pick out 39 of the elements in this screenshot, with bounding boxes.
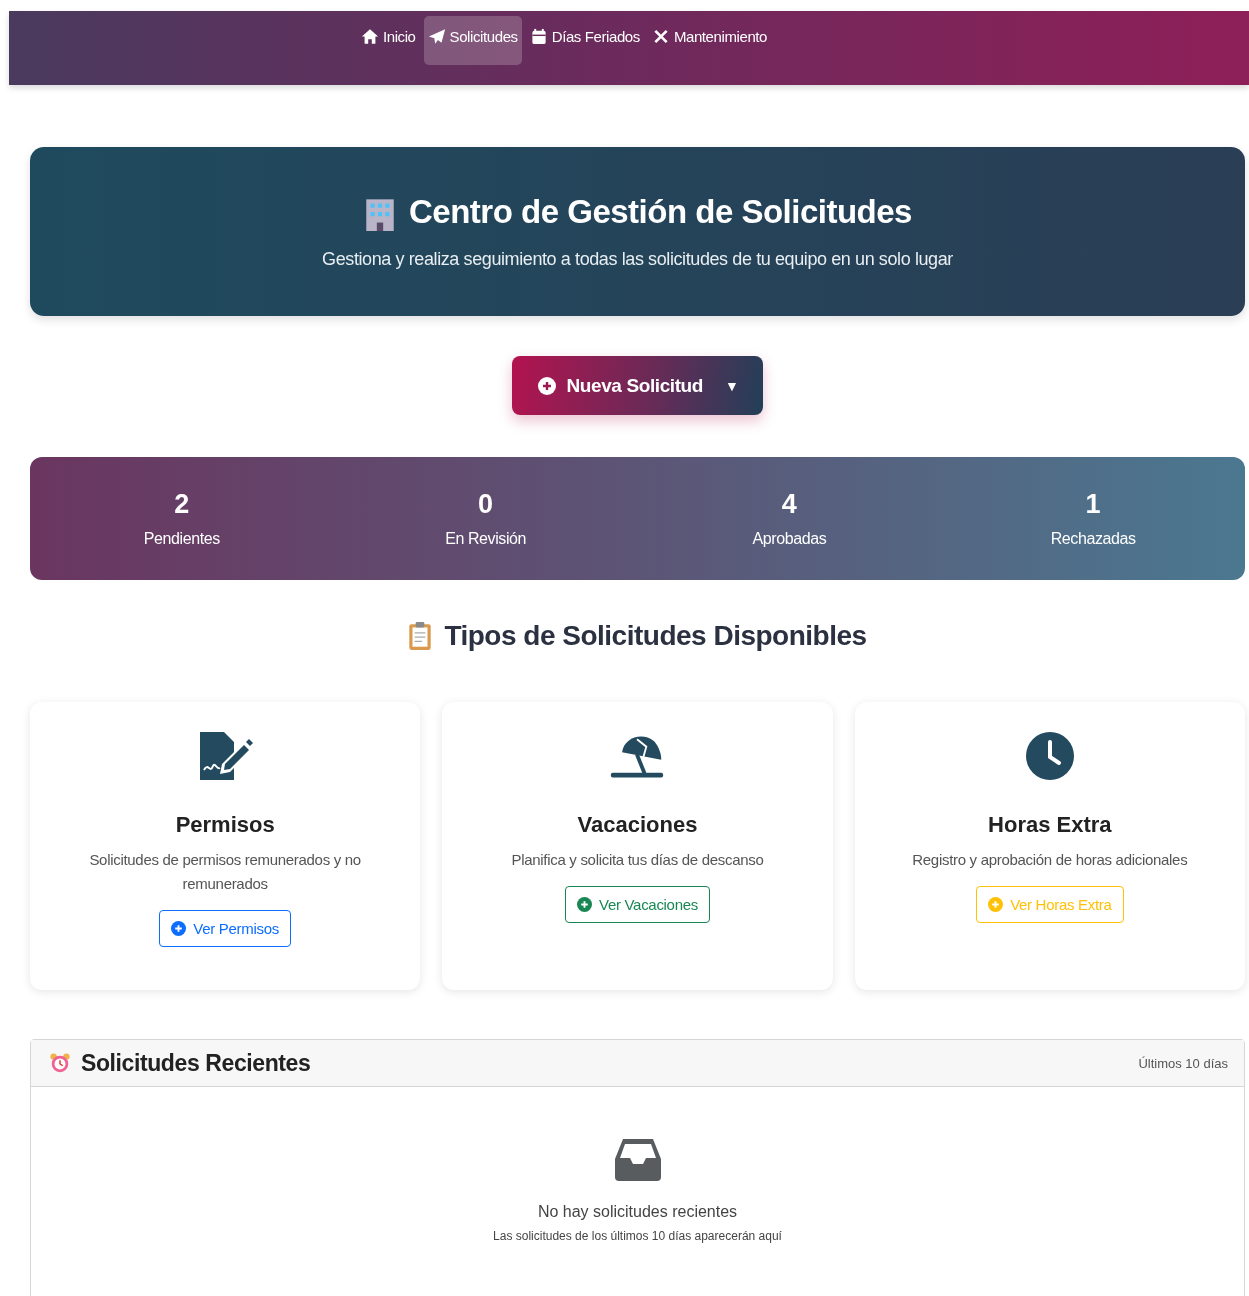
card-title: Permisos: [175, 812, 275, 838]
empty-state-title: No hay solicitudes recientes: [537, 1203, 738, 1221]
new-request-button[interactable]: Nueva Solicitud ▼: [512, 356, 763, 415]
alarm-clock-icon: [49, 1052, 71, 1074]
card-title: Horas Extra: [988, 812, 1112, 838]
page-subtitle: Gestiona y realiza seguimiento a todas las solicitudes de tu equipo en un solo lugar: [322, 249, 953, 270]
stat-label: En Revisión: [445, 530, 527, 548]
card-title: Vacaciones: [577, 812, 698, 838]
paper-plane-icon: [427, 28, 446, 45]
date-range-label: Últimos 10 días: [1138, 1055, 1228, 1071]
card-description: Solicitudes de permisos remunerados y no remunerados: [88, 850, 362, 894]
stat-label: Aprobadas: [752, 530, 827, 548]
calendar-icon: [529, 28, 548, 45]
signed-document-icon: [197, 730, 254, 782]
card-description: Planifica y solicita tus días de descanso: [511, 850, 764, 870]
stat-value: 4: [781, 489, 797, 520]
plus-circle-icon: [988, 897, 1004, 912]
section-title: Tipos de Solicitudes Disponibles: [444, 620, 867, 652]
plus-circle-icon: [171, 921, 187, 936]
stat-label: Rechazadas: [1050, 530, 1136, 548]
home-icon: [360, 28, 379, 45]
clipboard-icon: [408, 621, 433, 651]
empty-state-text: Las solicitudes de los últimos 10 días aparecerán aquí: [493, 1229, 782, 1243]
stat-value: 1: [1085, 489, 1101, 520]
nav-link[interactable]: Solicitudes: [423, 16, 522, 65]
stat-label: Pendientes: [143, 530, 220, 548]
view-button[interactable]: Ver Permisos: [159, 910, 291, 947]
inbox-icon: [614, 1137, 661, 1181]
nav-link[interactable]: Días Feriados: [525, 16, 644, 65]
plus-circle-icon: [577, 897, 593, 912]
card-description: Registro y aprobación de horas adicionales: [912, 850, 1188, 870]
plus-circle-icon: [536, 375, 557, 396]
stat-value: 0: [478, 489, 494, 520]
stat-value: 2: [174, 489, 190, 520]
nav-link[interactable]: Inicio: [356, 16, 420, 65]
page-title: Centro de Gestión de Solicitudes: [409, 193, 912, 231]
view-button[interactable]: Ver Vacaciones: [565, 886, 710, 923]
nav-link[interactable]: Mantenimiento: [647, 16, 772, 65]
panel-title: Solicitudes Recientes: [81, 1049, 311, 1077]
